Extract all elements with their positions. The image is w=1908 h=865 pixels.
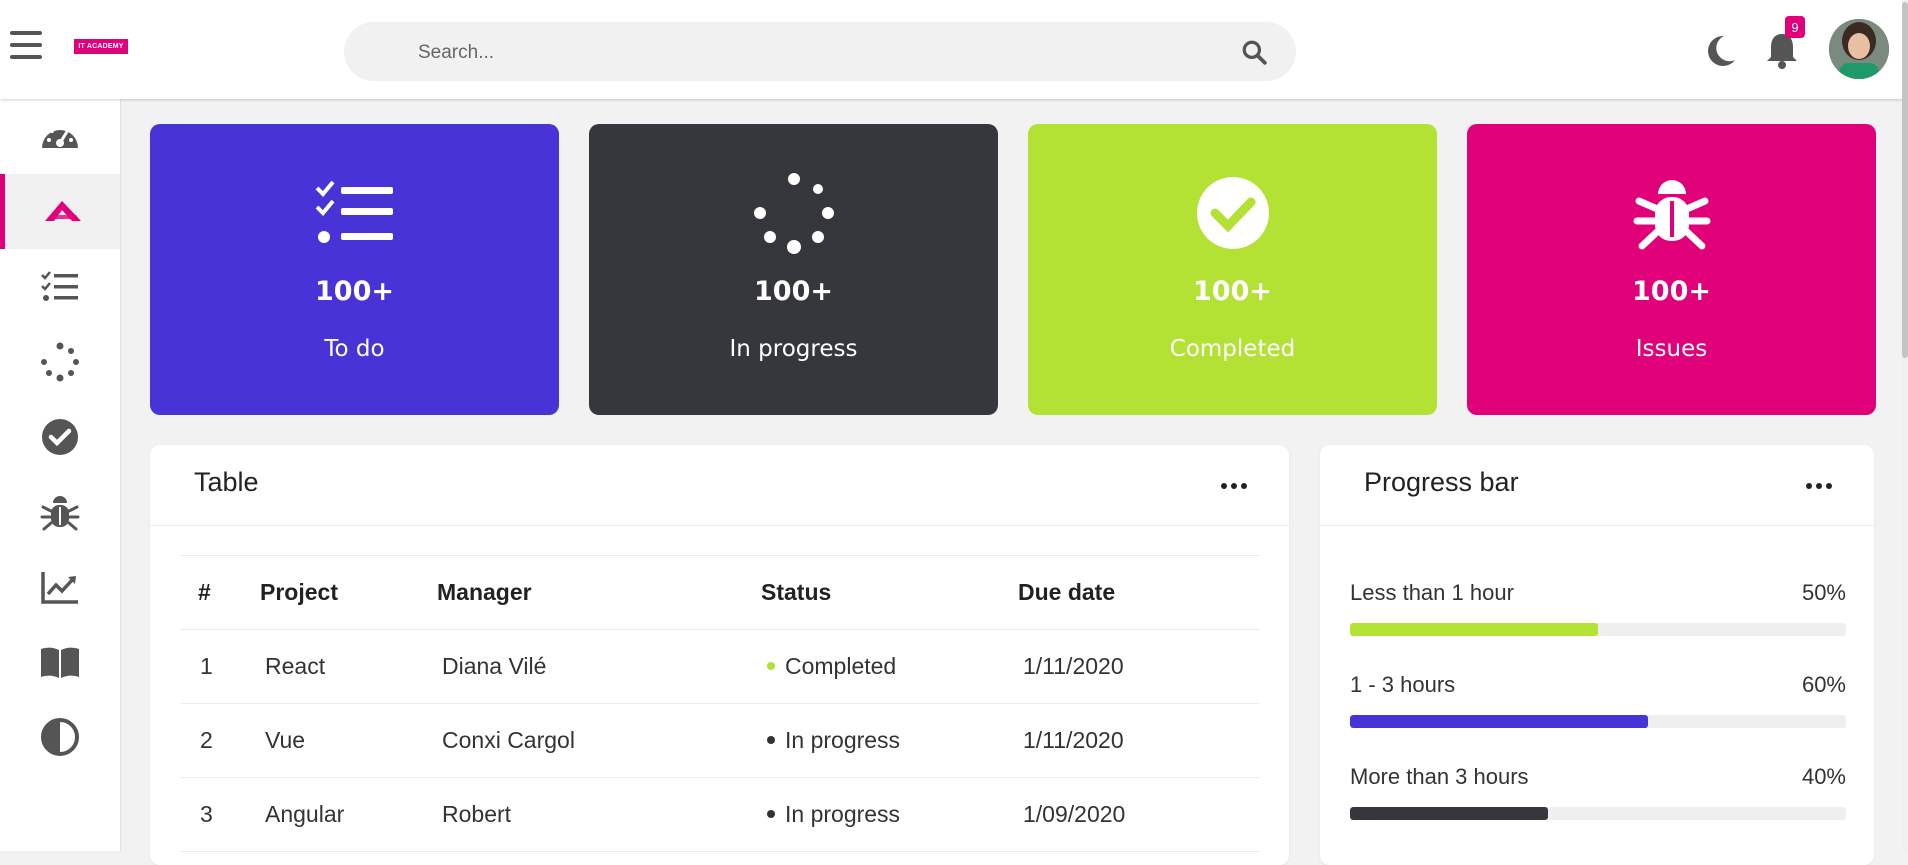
card-value: 100+ [754,276,833,307]
progress-percent: 50% [1801,580,1846,605]
card-completed[interactable]: 100+ Completed [1028,124,1437,415]
card-value: 100+ [315,276,394,307]
progress-panel: Progress bar Less than 1 hour 50% 1 - 3 … [1320,445,1874,865]
cell-project: Angular [260,777,437,852]
bug-icon [40,495,80,530]
panel-title: Table [194,467,259,497]
cell-number: 1 [180,629,260,704]
status-dot [767,735,775,744]
progress-track [1350,807,1846,820]
contrast-icon [41,717,79,756]
moon-icon[interactable] [1702,33,1738,69]
check-circle-icon [1196,177,1269,249]
cell-manager: Robert [437,777,761,852]
table-row[interactable]: 2 Vue Conxi Cargol In progress 1/11/2020 [180,703,1260,778]
cell-number: 2 [180,703,260,778]
table-header-row: # Project Manager Status Due date [180,555,1260,630]
search-input[interactable] [416,22,1220,83]
status-text: In progress [785,801,901,827]
gauge-icon [42,124,78,148]
academy-logo-icon [44,200,81,221]
table-panel: Table # Project Manager Status Due date … [150,445,1289,865]
cell-due-date: 1/09/2020 [1018,777,1260,852]
column-header-number: # [180,555,260,630]
table-row[interactable]: 3 Angular Robert In progress 1/09/2020 [180,777,1260,852]
search-bar [344,22,1296,83]
spinner-icon [753,173,834,254]
cell-number: 3 [180,777,260,852]
column-header-due-date: Due date [1018,555,1260,630]
sidebar-item-academy[interactable] [0,174,120,249]
sidebar-item-todo[interactable] [0,249,120,324]
search-icon[interactable] [1241,39,1267,65]
avatar[interactable] [1829,19,1889,79]
progress-fill [1350,715,1648,728]
sidebar-item-theme[interactable] [0,699,120,774]
column-header-project: Project [260,555,437,630]
sidebar-item-in-progress[interactable] [0,324,120,399]
progress-percent: 60% [1801,672,1846,697]
panel-title: Progress bar [1364,467,1519,497]
sidebar-item-completed[interactable] [0,399,120,474]
progress-fill [1350,623,1598,636]
column-header-manager: Manager [437,555,761,630]
chart-line-icon [41,571,78,604]
progress-track [1350,715,1846,728]
card-label: To do [324,336,385,362]
sidebar-item-dashboard[interactable] [0,99,120,174]
more-options-icon[interactable] [1806,483,1832,489]
progress-fill [1350,807,1549,820]
cell-project: React [260,629,437,704]
card-label: Issues [1635,336,1708,362]
cell-status: In progress [761,703,1018,778]
status-dot [767,661,775,670]
sidebar [0,99,121,851]
notification-badge: 9 [1785,16,1805,38]
progress-label: 1 - 3 hours [1350,672,1456,697]
cell-due-date: 1/11/2020 [1018,629,1260,704]
check-circle-icon [42,418,78,455]
sidebar-item-docs[interactable] [0,624,120,699]
checklist-icon [315,180,393,243]
cell-manager: Conxi Cargol [437,703,761,778]
card-value: 100+ [1193,276,1272,307]
sidebar-item-issues[interactable] [0,474,120,549]
checklist-icon [41,270,78,301]
cell-project: Vue [260,703,437,778]
more-options-icon[interactable] [1221,483,1247,489]
card-todo[interactable]: 100+ To do [150,124,559,415]
status-dot [767,809,775,818]
cell-status: In progress [761,777,1018,852]
status-text: Completed [785,653,897,679]
progress-label: Less than 1 hour [1350,580,1514,605]
column-header-status: Status [761,555,1018,630]
cell-manager: Diana Vilé [437,629,761,704]
book-icon [41,647,79,678]
sidebar-item-charts[interactable] [0,549,120,624]
card-value: 100+ [1632,276,1711,307]
projects-table: # Project Manager Status Due date 1 Reac… [180,555,1260,852]
progress-percent: 40% [1801,764,1846,789]
progress-track [1350,623,1846,636]
status-text: In progress [785,727,901,753]
top-bar: IT ACADEMY 9 [0,0,1908,99]
card-in-progress[interactable]: 100+ In progress [589,124,998,415]
table-row[interactable]: 1 React Diana Vilé Completed 1/11/2020 [180,629,1260,704]
cell-status: Completed [761,629,1018,704]
spinner-icon [41,342,79,381]
bug-icon [1633,180,1710,250]
cell-due-date: 1/11/2020 [1018,703,1260,778]
progress-label: More than 3 hours [1350,764,1529,789]
logo[interactable]: IT ACADEMY [74,39,128,54]
page-scrollbar[interactable] [1902,0,1908,851]
card-label: Completed [1169,336,1296,362]
menu-icon[interactable] [10,31,44,71]
card-issues[interactable]: 100+ Issues [1467,124,1876,415]
card-label: In progress [729,336,858,362]
